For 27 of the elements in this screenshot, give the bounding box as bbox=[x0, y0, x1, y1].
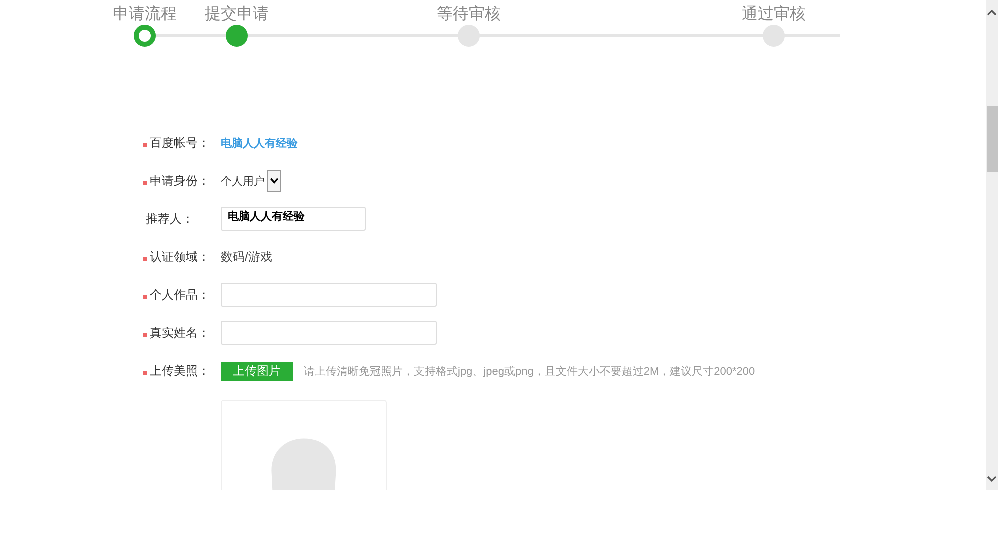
input-field[interactable] bbox=[221, 321, 437, 345]
upload-hint: 请上传清晰免冠照片，支持格式jpg、jpeg或png，且文件大小不要超过2M，建议尺寸200*200 bbox=[304, 364, 756, 378]
input-field[interactable] bbox=[221, 283, 437, 307]
input-field[interactable]: 电脑人人有经验 bbox=[221, 207, 366, 231]
step-label: 通过审核 bbox=[742, 5, 806, 25]
chevron-down-icon bbox=[270, 178, 278, 184]
field-label: 百度帐号： bbox=[150, 134, 210, 152]
field-label: 个人作品： bbox=[150, 286, 210, 304]
field-label: 认证领域： bbox=[150, 248, 210, 266]
identity-select[interactable]: 个人用户 bbox=[221, 170, 281, 192]
field-label: 申请身份： bbox=[150, 172, 210, 190]
scroll-down-icon[interactable] bbox=[987, 476, 997, 482]
scroll-up-icon[interactable] bbox=[987, 10, 997, 16]
field-label: 推荐人： bbox=[146, 210, 194, 228]
step-dot[interactable] bbox=[458, 25, 480, 47]
step-label: 申请流程 bbox=[113, 5, 177, 25]
step-label: 提交申请 bbox=[205, 5, 269, 25]
scrollbar[interactable] bbox=[986, 0, 998, 490]
field-value: 数码/游戏 bbox=[221, 248, 272, 266]
scrollbar-thumb[interactable] bbox=[986, 106, 998, 172]
step-dot[interactable] bbox=[134, 25, 156, 47]
step-dot[interactable] bbox=[763, 25, 785, 47]
field-label: 上传美照： bbox=[150, 362, 210, 380]
field-label: 真实姓名： bbox=[150, 324, 210, 342]
account-name: 电脑人人有经验 bbox=[221, 136, 298, 150]
step-label: 等待审核 bbox=[437, 5, 501, 25]
step-dot[interactable] bbox=[226, 25, 248, 47]
